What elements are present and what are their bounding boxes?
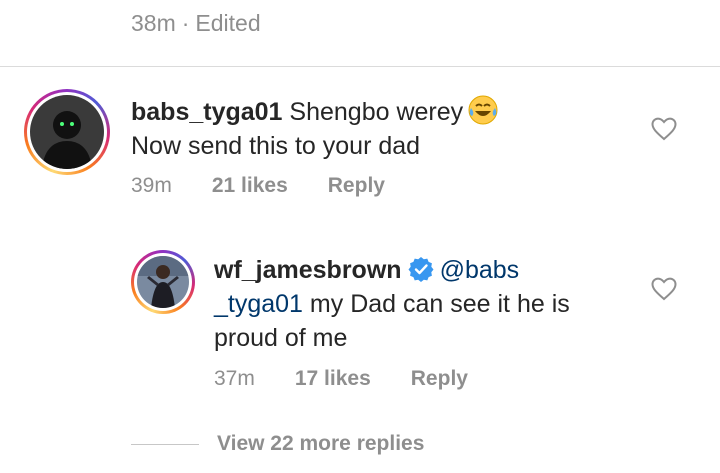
reply-body-1: wf_jamesbrown @babs _tyga01 my Dad can s… [214, 253, 634, 355]
comment-body-1: babs_tyga01 Shengbo werey Now send this … [131, 94, 601, 163]
comment-divider [0, 66, 720, 67]
mention-link-continued[interactable]: _tyga01 [214, 290, 303, 318]
likes-count[interactable]: 21 likes [212, 174, 288, 198]
view-more-label[interactable]: View 22 more replies [217, 432, 424, 456]
reply-actions-1: 37m 17 likes Reply [214, 367, 468, 391]
comment-username[interactable]: babs_tyga01 [131, 98, 282, 126]
reply-text-line3: proud of me [214, 324, 348, 352]
comment-text-line2: Now send this to your dad [131, 132, 421, 160]
avatar-babs-tyga01[interactable] [24, 89, 110, 175]
avatar-wf-jamesbrown[interactable] [131, 250, 195, 314]
reply-username[interactable]: wf_jamesbrown [214, 256, 402, 284]
reply-time: 37m [214, 367, 255, 390]
view-more-divider [131, 443, 199, 445]
reply-button[interactable]: Reply [328, 174, 385, 198]
edited-label: Edited [195, 10, 261, 36]
meta-separator: · [181, 10, 190, 36]
like-heart-icon[interactable] [651, 117, 677, 141]
previous-comment-meta: 38m · Edited [131, 10, 261, 37]
previous-comment-time: 38m [131, 10, 176, 36]
comment-actions-1: 39m 21 likes Reply [131, 174, 385, 198]
avatar-image [30, 95, 104, 169]
mention-link[interactable]: @babs [440, 256, 520, 284]
reply-text-line2: my Dad can see it he is [309, 290, 570, 318]
verified-badge-icon [408, 257, 434, 282]
likes-count[interactable]: 17 likes [295, 367, 371, 391]
avatar-image [137, 256, 189, 308]
reply-button[interactable]: Reply [411, 367, 468, 391]
like-heart-icon[interactable] [651, 277, 677, 301]
laughing-tears-emoji-icon [468, 95, 498, 125]
view-more-replies[interactable]: View 22 more replies [131, 432, 424, 456]
comment-time: 39m [131, 174, 172, 197]
comment-text-line1: Shengbo werey [289, 98, 464, 126]
